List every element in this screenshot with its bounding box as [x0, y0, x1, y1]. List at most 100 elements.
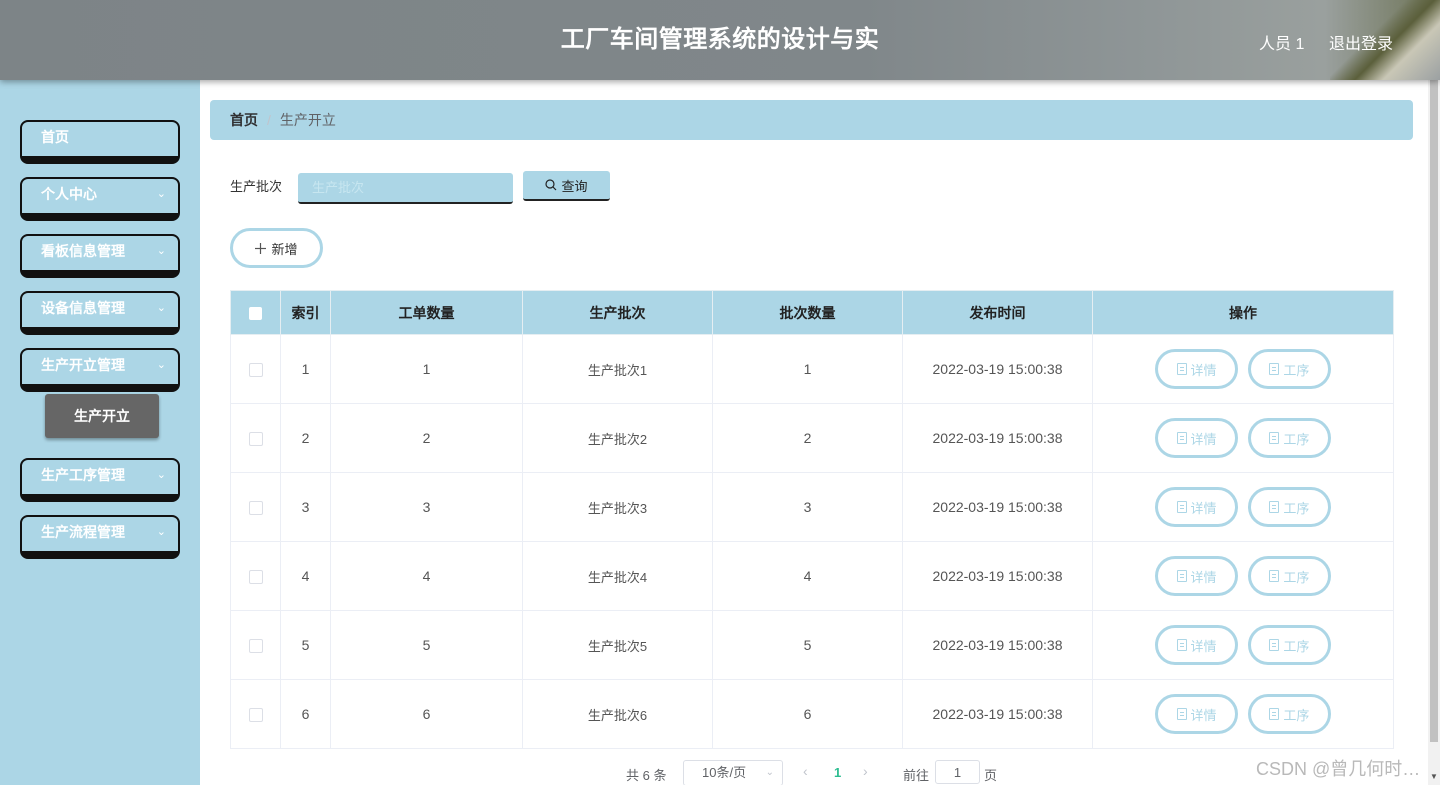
breadcrumb-separator: / — [267, 112, 271, 128]
goto-page-input[interactable] — [935, 760, 980, 784]
column-header-batch[interactable]: 生产批次 — [522, 290, 713, 335]
app-title: 工厂车间管理系统的设计与实 — [560, 26, 880, 53]
row-checkbox[interactable] — [248, 639, 263, 654]
document-icon — [1269, 432, 1280, 444]
cell-index: 1 — [280, 334, 331, 404]
detail-button[interactable]: 详情 — [1155, 625, 1239, 665]
row-checkbox[interactable] — [248, 363, 263, 378]
row-select-cell — [230, 541, 281, 611]
process-button-label: 工序 — [1283, 569, 1310, 585]
cell-index: 2 — [280, 403, 331, 473]
cell-publish-time: 2022-03-19 15:00:38 — [902, 679, 1093, 749]
document-icon — [1176, 501, 1187, 513]
cell-index: 4 — [280, 541, 331, 611]
document-icon — [1176, 363, 1187, 375]
cell-batch: 生产批次5 — [522, 610, 713, 680]
detail-button[interactable]: 详情 — [1155, 694, 1239, 734]
breadcrumb: 首页 / 生产开立 — [210, 100, 1413, 140]
column-header-work-order-qty[interactable]: 工单数量 — [330, 290, 523, 335]
scroll-down-arrow-icon[interactable]: ▼ — [1430, 772, 1438, 781]
process-button-label: 工序 — [1283, 638, 1310, 654]
chevron-down-icon: ⌄ — [156, 469, 166, 481]
column-header-publish-time[interactable]: 发布时间 — [902, 290, 1093, 335]
row-checkbox[interactable] — [248, 708, 263, 723]
row-checkbox[interactable] — [248, 501, 263, 516]
process-button[interactable]: 工序 — [1247, 418, 1331, 458]
sidebar-item-label: 生产流程管理 — [41, 524, 125, 540]
document-icon — [1176, 570, 1187, 582]
table-row: 2 2 生产批次2 2 2022-03-19 15:00:38 详情 工序 — [230, 403, 1394, 473]
chevron-down-icon: ⌄ — [156, 526, 166, 538]
cell-batch-qty: 1 — [712, 334, 903, 404]
row-checkbox[interactable] — [248, 570, 263, 585]
cell-actions: 详情 工序 — [1092, 334, 1394, 404]
cell-batch-qty: 3 — [712, 472, 903, 542]
process-button[interactable]: 工序 — [1247, 625, 1331, 665]
detail-button-label: 详情 — [1190, 431, 1217, 447]
sidebar-item-label: 看板信息管理 — [41, 243, 125, 259]
page-number-current[interactable]: 1 — [834, 765, 841, 780]
sidebar-item-home[interactable]: 首页 — [20, 120, 180, 164]
table-row: 5 5 生产批次5 5 2022-03-19 15:00:38 详情 工序 — [230, 610, 1394, 680]
query-button[interactable]: 查询 — [523, 171, 610, 201]
process-button[interactable]: 工序 — [1247, 349, 1331, 389]
page-scrollbar[interactable]: ▼ — [1428, 80, 1440, 785]
chevron-down-icon: ⌄ — [156, 359, 166, 371]
batch-search-input[interactable] — [298, 173, 513, 204]
detail-button[interactable]: 详情 — [1155, 556, 1239, 596]
add-button[interactable]: 新增 — [230, 228, 323, 268]
pagination-total: 共 6 条 — [626, 768, 667, 783]
table-row: 1 1 生产批次1 1 2022-03-19 15:00:38 详情 工序 — [230, 334, 1394, 404]
detail-button-label: 详情 — [1190, 500, 1217, 516]
detail-button-label: 详情 — [1190, 569, 1217, 585]
document-icon — [1176, 432, 1187, 444]
cell-work-order-qty: 1 — [330, 334, 523, 404]
sidebar-item-label: 设备信息管理 — [41, 300, 125, 316]
process-button[interactable]: 工序 — [1247, 694, 1331, 734]
cell-batch: 生产批次6 — [522, 679, 713, 749]
table-row: 4 4 生产批次4 4 2022-03-19 15:00:38 详情 工序 — [230, 541, 1394, 611]
logout-link[interactable]: 退出登录 — [1329, 30, 1393, 54]
row-checkbox[interactable] — [248, 432, 263, 447]
chevron-down-icon: ⌄ — [765, 767, 774, 778]
row-select-cell — [230, 334, 281, 404]
sidebar-item-production-flow[interactable]: 生产流程管理 ⌄ — [20, 515, 180, 559]
page-size-select[interactable]: 10条/页 ⌄ — [683, 760, 783, 785]
process-button[interactable]: 工序 — [1247, 487, 1331, 527]
sidebar-item-production-open[interactable]: 生产开立管理 ⌄ — [20, 348, 180, 392]
sidebar-item-production-process[interactable]: 生产工序管理 ⌄ — [20, 458, 180, 502]
sidebar-item-board-info[interactable]: 看板信息管理 ⌄ — [20, 234, 180, 278]
current-user: 人员 1 — [1259, 36, 1305, 53]
row-select-cell — [230, 472, 281, 542]
sidebar-item-label: 个人中心 — [41, 186, 97, 202]
sidebar-item-equipment-info[interactable]: 设备信息管理 ⌄ — [20, 291, 180, 335]
watermark: CSDN @曾几何时… — [1256, 759, 1421, 779]
sidebar-subitem-production-open[interactable]: 生产开立 — [45, 394, 159, 438]
detail-button[interactable]: 详情 — [1155, 487, 1239, 527]
sidebar-item-personal-center[interactable]: 个人中心 ⌄ — [20, 177, 180, 221]
cell-batch-qty: 4 — [712, 541, 903, 611]
next-page-button[interactable]: › — [863, 763, 868, 779]
breadcrumb-home[interactable]: 首页 — [230, 112, 258, 128]
scrollbar-thumb[interactable] — [1430, 80, 1438, 742]
detail-button[interactable]: 详情 — [1155, 418, 1239, 458]
goto-label: 前往 — [903, 768, 930, 783]
cell-batch: 生产批次3 — [522, 472, 713, 542]
process-button-label: 工序 — [1283, 431, 1310, 447]
column-header-batch-qty[interactable]: 批次数量 — [712, 290, 903, 335]
process-button-label: 工序 — [1283, 362, 1310, 378]
production-table: 索引 工单数量 生产批次 批次数量 发布时间 操作 1 1 生产批次1 1 20… — [230, 290, 1394, 749]
process-button[interactable]: 工序 — [1247, 556, 1331, 596]
top-header: 工厂车间管理系统的设计与实 人员 1 退出登录 — [0, 0, 1440, 80]
document-icon — [1269, 570, 1280, 582]
detail-button[interactable]: 详情 — [1155, 349, 1239, 389]
cell-batch-qty: 5 — [712, 610, 903, 680]
chevron-down-icon: ⌄ — [156, 245, 166, 257]
column-header-index[interactable]: 索引 — [280, 290, 331, 335]
detail-button-label: 详情 — [1190, 707, 1217, 723]
plus-icon — [255, 242, 267, 254]
cell-work-order-qty: 4 — [330, 541, 523, 611]
prev-page-button[interactable]: ‹ — [803, 763, 808, 779]
table-row: 3 3 生产批次3 3 2022-03-19 15:00:38 详情 工序 — [230, 472, 1394, 542]
select-all-checkbox[interactable] — [249, 307, 262, 321]
